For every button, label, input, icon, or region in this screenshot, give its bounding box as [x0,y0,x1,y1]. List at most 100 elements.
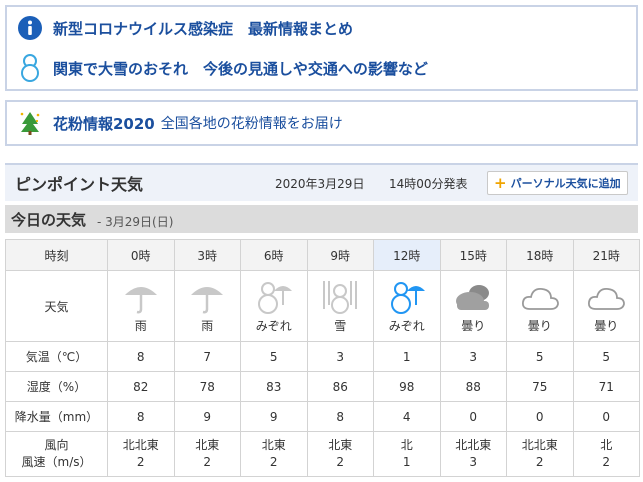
wind-speed: 1 [402,455,411,469]
weather-cell: 雨 [173,270,241,342]
humidity-cell: 82 [107,371,175,402]
info-icon [17,15,43,41]
precip-cell: 0 [506,401,574,432]
wind-speed: 2 [203,455,212,469]
time-cell: 9時 [306,239,374,271]
humidity-cell: 88 [439,371,507,402]
notice-snow-link[interactable]: 関東で大雪のおそれ 今後の見通しや交通への影響など [53,58,428,79]
wind-cell: 北東 2 [240,431,308,477]
heavy-cloud-icon [456,284,490,310]
wind-cell: 北東 2 [173,431,241,477]
row-label-temp: 気温（℃） [5,341,108,372]
temp-cell: 3 [306,341,374,372]
snowman-umbrella-icon [390,281,425,314]
wind-dir: 北東 [328,438,353,452]
wind-cell: 北北東 2 [107,431,175,477]
row-label-time: 時刻 [5,239,108,271]
humidity-cell: 83 [240,371,308,402]
weather-label: 曇り [594,318,619,333]
temp-cell: 1 [373,341,441,372]
cloud-icon [521,287,559,310]
time-cell: 3時 [173,239,241,271]
precip-cell: 9 [173,401,241,432]
weather-label: みぞれ [255,318,292,333]
temp-cell: 7 [173,341,241,372]
humidity-cell: 78 [173,371,241,402]
row-wind: 風向 風速（m/s） 北北東 2 北東 2 北東 2 北東 2 北1 北北東 3 北北東 2… [5,431,640,477]
wind-speed: 2 [269,455,278,469]
pollen-title[interactable]: 花粉情報2020 [53,113,155,134]
row-label-weather: 天気 [5,270,108,342]
precip-cell: 0 [439,401,507,432]
precip-cell: 8 [306,401,374,432]
wind-cell: 北東 2 [306,431,374,477]
today-date: - 3月29日(日) [97,215,174,229]
forecast-table: 時刻 0時 3時 6時 9時 12時 15時 18時 21時 天気 雨 雨 みぞ… [5,239,640,477]
precip-cell: 8 [107,401,175,432]
wind-speed: 2 [602,455,611,469]
weather-label: みぞれ [388,318,425,333]
wind-dir: 北北東 [521,438,558,452]
time-cell: 18時 [506,239,574,271]
wind-cell: 北1 [373,431,441,477]
wind-dir: 北北東 [122,438,159,452]
time-cell: 6時 [240,239,308,271]
wind-speed: 2 [336,455,345,469]
weather-cell: 雪 [306,270,374,342]
temp-cell: 5 [572,341,640,372]
weather-label: 雨 [201,318,214,333]
precip-cell: 4 [373,401,441,432]
snowman-snowfall-icon [323,280,358,314]
pollen-box[interactable]: 花粉情報2020 全国各地の花粉情報をお届け [5,100,638,146]
wind-cell: 北2 [572,431,640,477]
tree-icon [17,110,43,136]
row-temp: 気温（℃） 8 7 5 3 1 3 5 5 [5,341,640,372]
notice-covid-link[interactable]: 新型コロナウイルス感染症 最新情報まとめ [53,18,353,39]
row-precip: 降水量（mm） 8 9 9 8 4 0 0 0 [5,401,640,432]
precip-cell: 0 [572,401,640,432]
row-weather: 天気 雨 雨 みぞれ 雪 みぞれ 曇り 曇り 曇り [5,270,640,342]
add-personal-weather-button[interactable]: + パーソナル天気に追加 [487,171,628,195]
humidity-cell: 98 [373,371,441,402]
wind-dir: 北 [600,438,613,452]
wind-cell: 北北東 3 [439,431,507,477]
time-cell: 15時 [439,239,507,271]
plus-icon: + [494,173,507,192]
temp-cell: 5 [506,341,574,372]
umbrella-icon [124,286,157,313]
row-label-wind: 風向 風速（m/s） [5,431,108,477]
today-title: 今日の天気 [11,211,87,229]
pinpoint-header: ピンポイント天気 2020年3月29日 14時00分発表 + パーソナル天気に追… [5,163,638,201]
notice-box: 新型コロナウイルス感染症 最新情報まとめ 関東で大雪のおそれ 今後の見通しや交通… [5,5,638,91]
notice-covid[interactable]: 新型コロナウイルス感染症 最新情報まとめ [7,9,636,47]
wind-dir: 北東 [261,438,286,452]
precip-cell: 9 [240,401,308,432]
row-label-wind-dir: 風向 [44,438,69,452]
temp-cell: 3 [439,341,507,372]
weather-cell: 曇り [572,270,640,342]
weather-label: 雪 [334,318,347,333]
weather-cell: 曇り [439,270,507,342]
wind-dir: 北東 [195,438,220,452]
temp-cell: 5 [240,341,308,372]
row-label-humidity: 湿度（%） [5,371,108,402]
weather-cell: 雨 [107,270,175,342]
temp-cell: 8 [107,341,175,372]
weather-label: 雨 [134,318,147,333]
humidity-cell: 71 [572,371,640,402]
humidity-cell: 75 [506,371,574,402]
wind-dir: 北北東 [455,438,492,452]
weather-cell: みぞれ [373,270,441,342]
row-label-wind-speed: 風速（m/s） [21,455,92,469]
wind-speed: 2 [136,455,145,469]
umbrella-icon [191,286,224,313]
time-cell: 0時 [107,239,175,271]
weather-label: 曇り [527,318,552,333]
snowman-icon [17,54,43,82]
today-bar: 今日の天気 - 3月29日(日) [5,205,638,233]
notice-snow[interactable]: 関東で大雪のおそれ 今後の見通しや交通への影響など [7,49,636,87]
weather-label: 曇り [461,318,486,333]
pollen-desc[interactable]: 全国各地の花粉情報をお届け [161,113,343,133]
add-personal-weather-label: パーソナル天気に追加 [510,177,621,190]
pinpoint-time: 14時00分発表 [389,177,468,191]
